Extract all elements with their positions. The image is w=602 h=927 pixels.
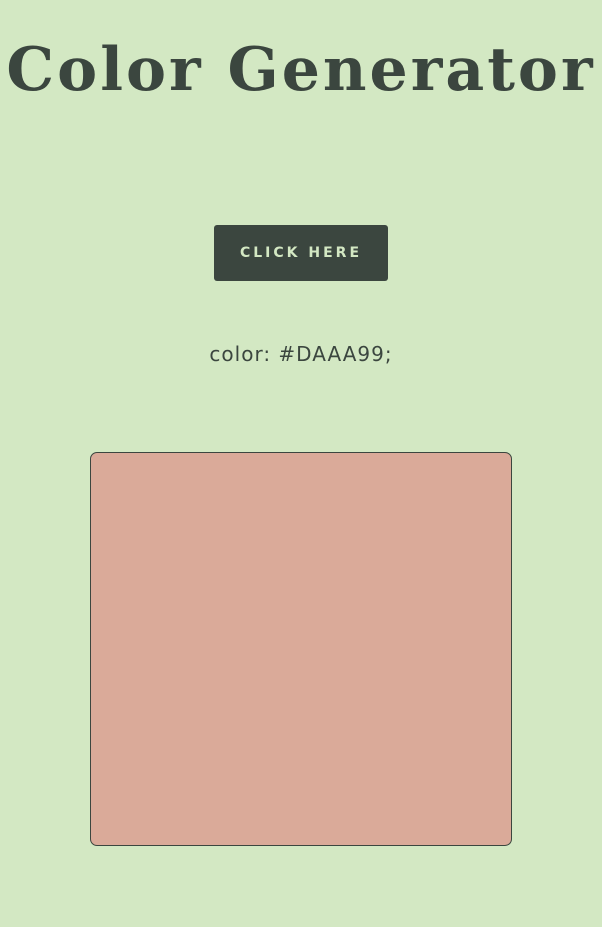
generate-color-button[interactable]: CLICK HERE [214, 225, 388, 281]
color-swatch [90, 452, 512, 846]
page-title: Color Generator [6, 35, 596, 105]
color-code-label: color: #DAAA99; [209, 342, 393, 366]
